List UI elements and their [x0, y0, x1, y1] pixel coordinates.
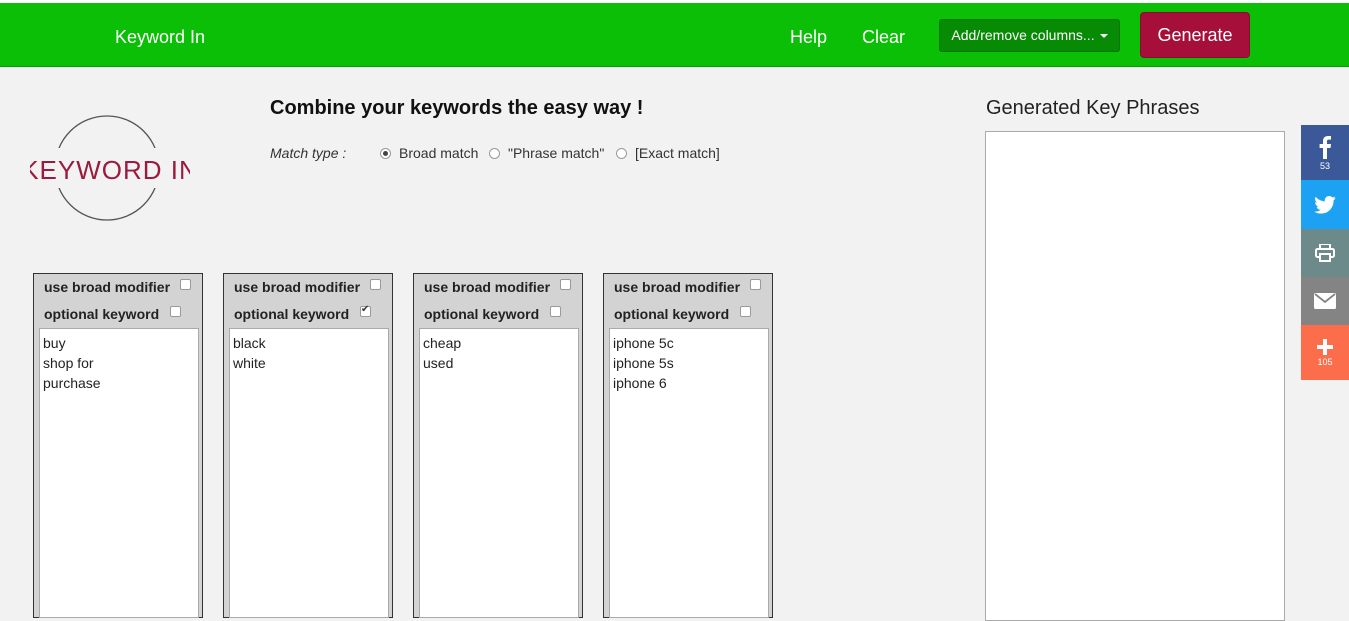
email-icon	[1314, 293, 1336, 309]
twitter-share-button[interactable]	[1301, 180, 1349, 229]
facebook-icon	[1319, 135, 1331, 159]
help-link[interactable]: Help	[790, 27, 827, 48]
more-share-count: 105	[1317, 356, 1333, 367]
keywordin-logo: KEYWORD IN	[21, 112, 198, 224]
broad-modifier-checkbox[interactable]	[560, 279, 571, 290]
broad-modifier-label: use broad modifier	[234, 279, 361, 295]
keywords-textarea[interactable]: cheap used	[419, 328, 579, 618]
print-share-button[interactable]	[1301, 229, 1349, 277]
caret-down-icon	[1099, 34, 1108, 39]
broad-match-label: Broad match	[399, 145, 479, 161]
twitter-icon	[1314, 195, 1336, 214]
optional-keyword-label: optional keyword	[44, 306, 160, 322]
facebook-share-button[interactable]: 53	[1301, 125, 1349, 180]
match-type-label: Match type :	[270, 145, 347, 161]
generated-phrases-title: Generated Key Phrases	[986, 97, 1200, 119]
svg-text:KEYWORD IN: KEYWORD IN	[30, 155, 190, 185]
keyword-line: black	[233, 335, 266, 351]
optional-keyword-checkbox[interactable]	[740, 306, 751, 317]
broad-modifier-checkbox[interactable]	[750, 279, 761, 290]
optional-keyword-label: optional keyword	[614, 306, 730, 322]
optional-keyword-checkbox[interactable]	[360, 304, 371, 317]
exact-match-radio[interactable]	[616, 147, 627, 159]
keyword-line: white	[233, 355, 266, 371]
generated-phrases-textarea[interactable]	[985, 131, 1285, 621]
broad-modifier-label: use broad modifier	[424, 279, 551, 295]
keyword-column-3: use broad modifier optional keyword chea…	[413, 273, 583, 618]
columns-button-label: Add/remove columns...	[951, 27, 1095, 43]
optional-keyword-label: optional keyword	[234, 306, 350, 322]
broad-match-option[interactable]: Broad match	[380, 145, 478, 161]
brand-link[interactable]: Keyword In	[115, 27, 205, 48]
page-headline: Combine your keywords the easy way !	[270, 97, 644, 119]
top-navbar: Keyword In Help Clear Add/remove columns…	[0, 0, 1349, 67]
keyword-line: shop for	[43, 355, 94, 371]
keywords-textarea[interactable]: buy shop for purchase	[39, 328, 199, 618]
phrase-match-option[interactable]: "Phrase match"	[489, 145, 604, 161]
keyword-line: iphone 5s	[613, 355, 674, 371]
more-share-button[interactable]: 105	[1301, 325, 1349, 380]
broad-modifier-checkbox[interactable]	[180, 279, 191, 290]
keyword-column-2: use broad modifier optional keyword blac…	[223, 273, 393, 618]
keyword-line: buy	[43, 335, 66, 351]
generate-button[interactable]: Generate	[1140, 12, 1250, 58]
broad-match-radio[interactable]	[380, 147, 391, 159]
keyword-column-4: use broad modifier optional keyword ipho…	[603, 273, 773, 618]
keyword-column-1: use broad modifier optional keyword buy …	[33, 273, 203, 618]
keywords-textarea[interactable]: black white	[229, 328, 389, 618]
keyword-line: purchase	[43, 375, 101, 391]
phrase-match-radio[interactable]	[489, 147, 500, 159]
add-remove-columns-dropdown[interactable]: Add/remove columns...	[939, 19, 1120, 52]
exact-match-option[interactable]: [Exact match]	[616, 145, 720, 161]
email-share-button[interactable]	[1301, 277, 1349, 325]
broad-modifier-label: use broad modifier	[44, 279, 171, 295]
phrase-match-label: "Phrase match"	[508, 145, 605, 161]
keyword-line: iphone 5c	[613, 335, 674, 351]
keyword-line: iphone 6	[613, 375, 667, 391]
optional-keyword-checkbox[interactable]	[550, 306, 561, 317]
facebook-share-count: 53	[1319, 160, 1330, 171]
clear-link[interactable]: Clear	[862, 27, 905, 48]
exact-match-label: [Exact match]	[635, 145, 720, 161]
optional-keyword-checkbox[interactable]	[170, 306, 181, 317]
broad-modifier-checkbox[interactable]	[370, 279, 381, 290]
keyword-line: used	[423, 355, 454, 371]
print-icon	[1315, 244, 1335, 262]
broad-modifier-label: use broad modifier	[614, 279, 741, 295]
keyword-line: cheap	[423, 335, 462, 351]
plus-icon	[1317, 338, 1333, 355]
keywords-textarea[interactable]: iphone 5c iphone 5s iphone 6	[609, 328, 769, 618]
optional-keyword-label: optional keyword	[424, 306, 540, 322]
